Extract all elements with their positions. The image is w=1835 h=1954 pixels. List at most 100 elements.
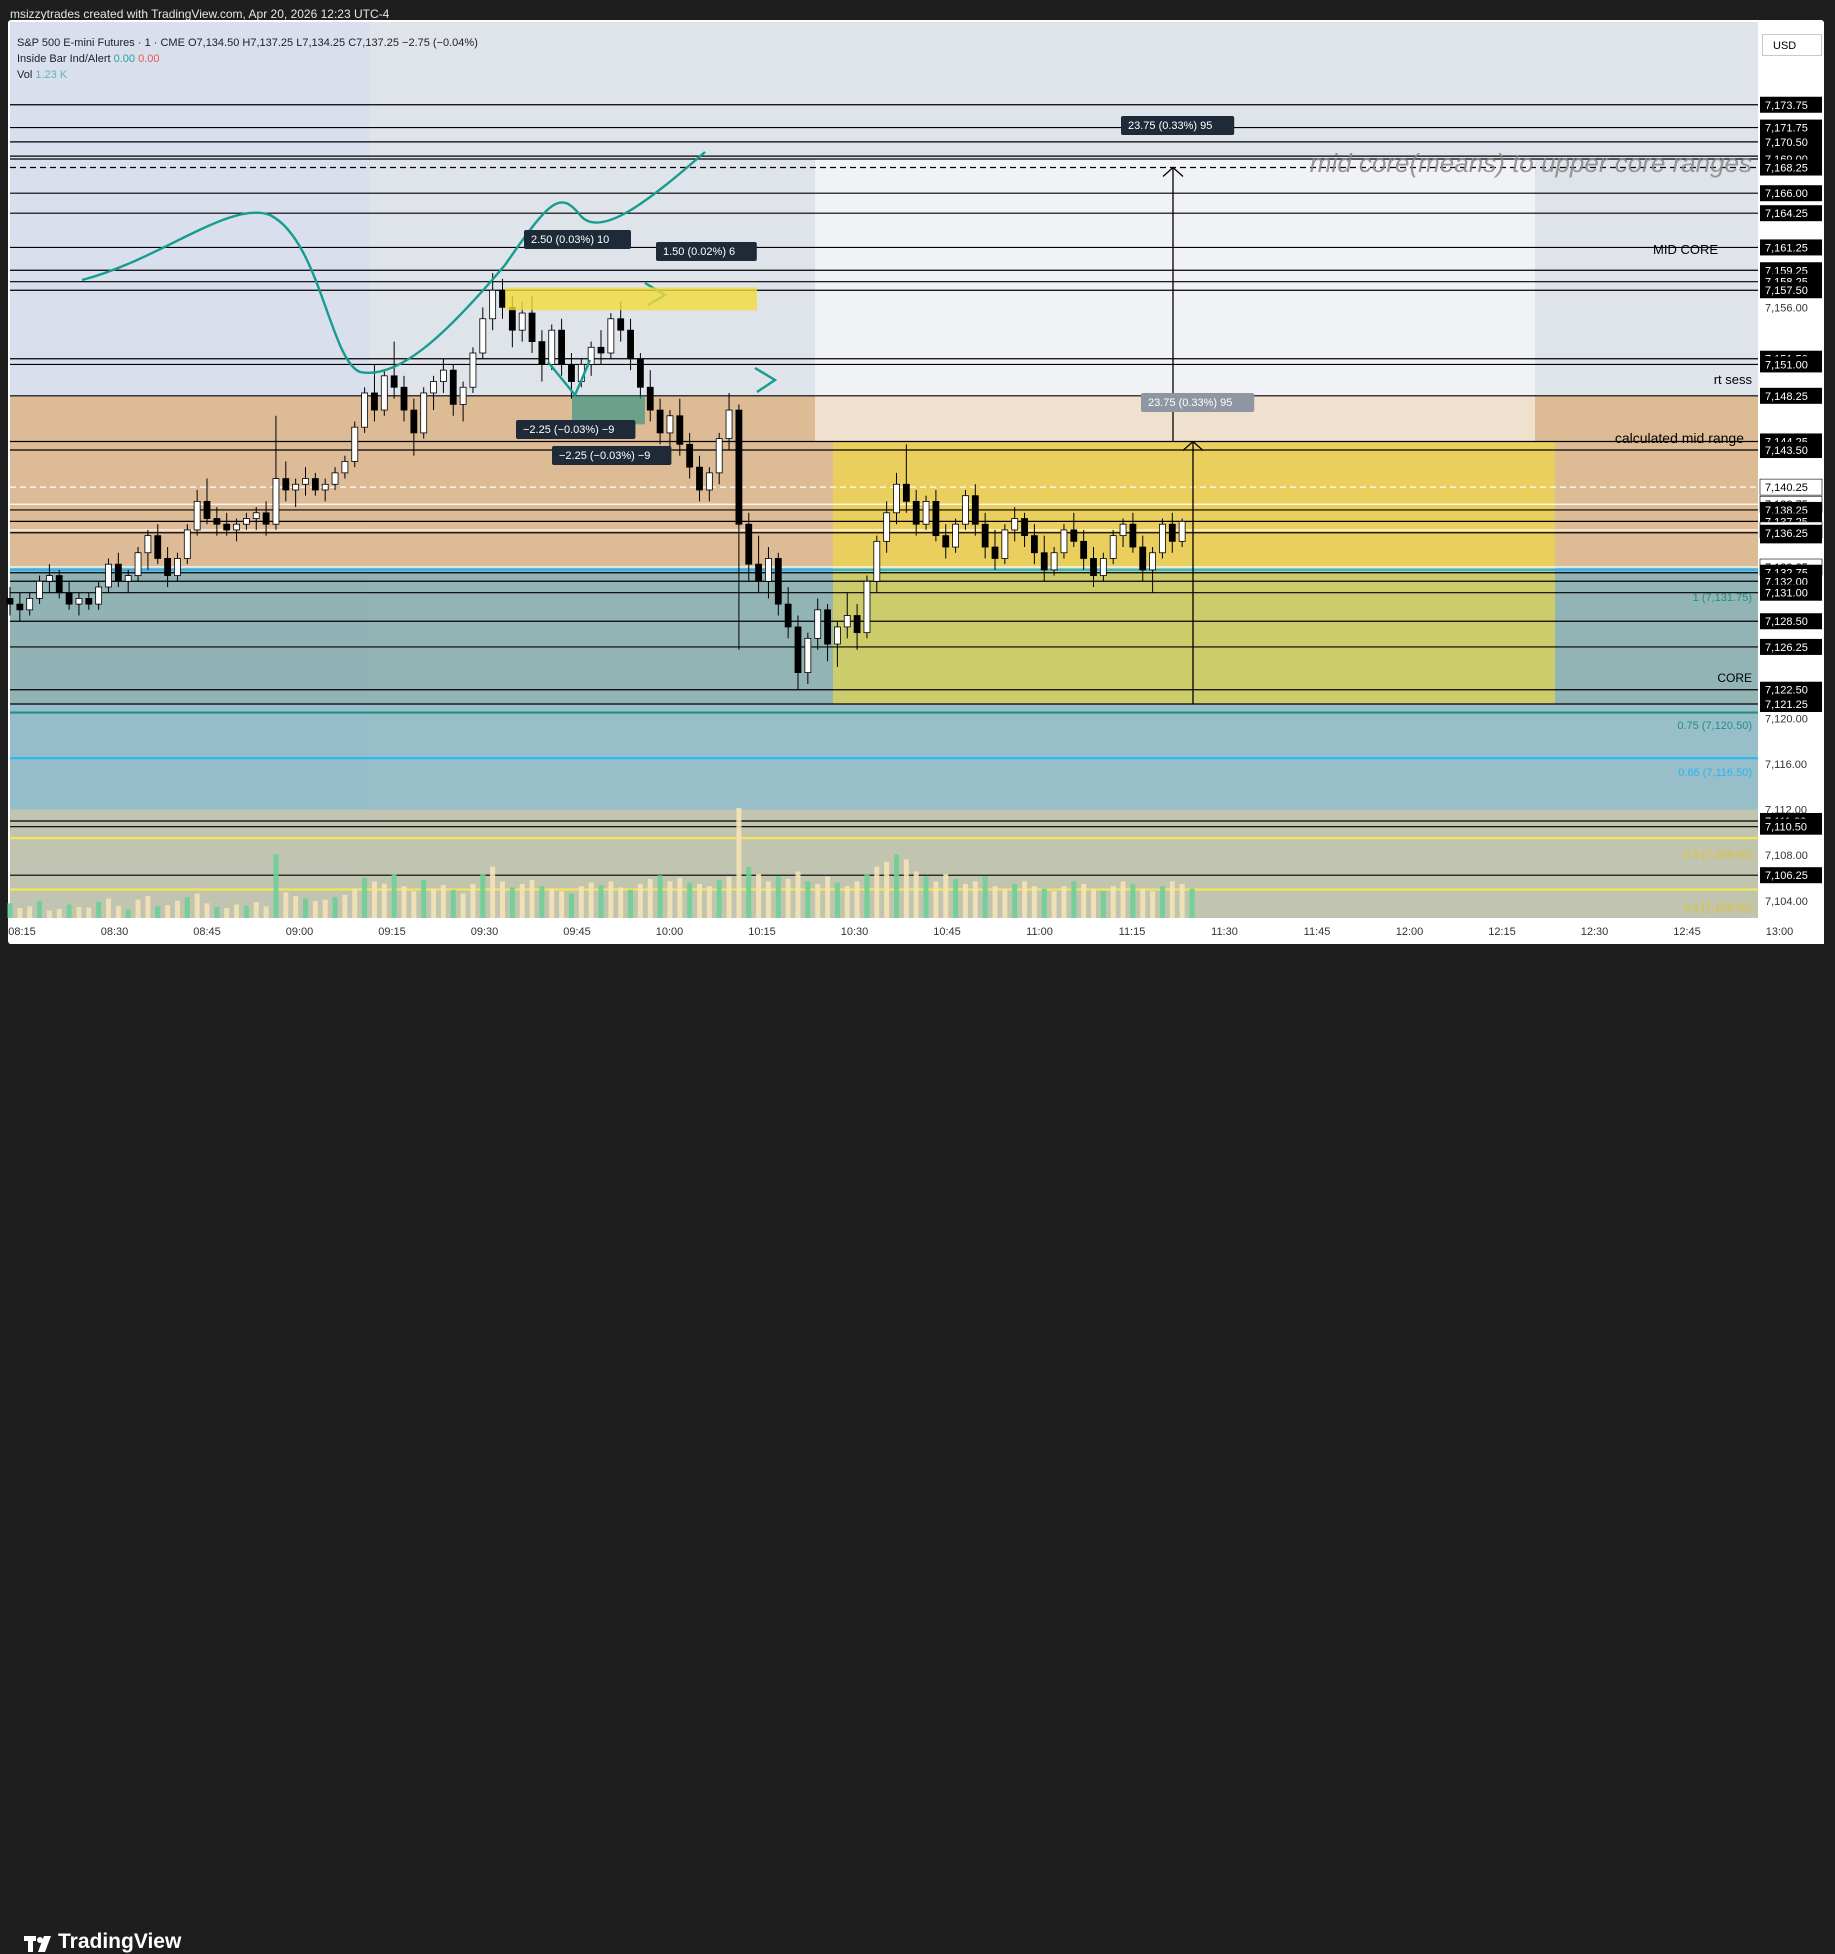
volume-bar: [1041, 888, 1047, 918]
rt-sess-label[interactable]: rt sess: [1714, 372, 1753, 387]
volume-bar: [86, 907, 92, 918]
tradingview-logo-icon: [24, 1936, 51, 1952]
volume-bar: [972, 881, 978, 918]
volume-bar: [214, 907, 220, 918]
fib-066-label: 0.66 (7,116.50): [1678, 767, 1752, 779]
candle-body: [144, 535, 152, 554]
candle-body: [430, 381, 437, 394]
price-tick-label: 7,120.00: [1765, 713, 1808, 725]
time-tick-label: 10:15: [748, 926, 776, 938]
volume-bar: [519, 883, 525, 918]
candle-body: [745, 523, 753, 565]
core-label[interactable]: CORE: [1717, 671, 1752, 685]
price-tag: 7,168.25: [1765, 163, 1808, 175]
time-tick-label: 08:30: [101, 926, 129, 938]
candle-body: [1070, 529, 1078, 542]
indicator-name: Inside Bar Ind/Alert: [17, 53, 111, 65]
volume-line[interactable]: Vol 1.23 K: [17, 67, 478, 83]
volume-bar: [27, 906, 33, 918]
volume-bar: [174, 900, 180, 918]
candle-body: [499, 289, 506, 308]
candle-body: [538, 341, 546, 365]
candle-body: [390, 375, 398, 388]
price-tag: 7,131.00: [1765, 588, 1808, 600]
candle-body: [558, 329, 565, 365]
symbol-line[interactable]: S&P 500 E-mini Futures · 1 · CME O7,134.…: [17, 35, 478, 51]
volume-bar: [293, 896, 299, 918]
volume-bar: [56, 908, 62, 918]
measure-label-4[interactable]: −2.25 (−0.03%) −9: [559, 450, 650, 462]
candle-body: [361, 392, 369, 428]
volume-bar: [578, 886, 584, 918]
currency-selector[interactable]: USD: [1762, 34, 1822, 56]
mid-core-label[interactable]: MID CORE: [1653, 242, 1718, 257]
measure-label-mid[interactable]: 23.75 (0.33%) 95: [1148, 397, 1232, 409]
candle-body: [942, 535, 950, 548]
price-tag: 7,140.25: [1765, 482, 1808, 494]
candle-body: [696, 466, 703, 491]
blue-zone: [10, 703, 1758, 810]
volume-bar: [746, 866, 752, 918]
price-tag: 7,170.50: [1765, 137, 1808, 149]
volume-bar: [894, 854, 899, 918]
measure-label-2[interactable]: 1.50 (0.02%) 6: [663, 246, 735, 258]
fib-05-label: 0.5 (7,109.50): [1684, 849, 1753, 861]
price-tick-label: 7,116.00: [1765, 759, 1807, 771]
volume-bar: [697, 883, 702, 918]
volume-bar: [431, 888, 437, 918]
measure-label-3[interactable]: −2.25 (−0.03%) −9: [523, 424, 614, 436]
volume-bar: [470, 883, 476, 918]
candle-body: [311, 478, 319, 491]
volume-bar: [815, 883, 821, 918]
candle-body: [252, 512, 260, 519]
candle-body: [952, 523, 959, 548]
volume-bar: [864, 874, 870, 918]
volume-bar: [135, 899, 141, 918]
volume-bar: [1002, 888, 1008, 918]
upper-core-annotation[interactable]: mid core(means) to upper core ranges: [1310, 148, 1752, 178]
time-axis[interactable]: [10, 918, 1824, 944]
candle-body: [459, 386, 467, 405]
time-tick-label: 12:45: [1673, 926, 1701, 938]
volume-bar: [785, 878, 791, 918]
candle-body: [518, 312, 526, 331]
candle-body: [617, 318, 625, 331]
candle-body: [607, 318, 615, 354]
candle-body: [282, 478, 290, 491]
volume-bar: [1022, 881, 1028, 918]
candle-body: [568, 364, 575, 382]
candle-body: [548, 329, 556, 365]
candle-body: [508, 306, 516, 331]
candle-body: [193, 500, 201, 531]
candle-body: [36, 580, 43, 599]
candle-body: [46, 575, 53, 582]
price-tag: 7,122.50: [1765, 685, 1808, 697]
measure-label-top[interactable]: 23.75 (0.33%) 95: [1128, 120, 1212, 132]
volume-bar: [46, 910, 52, 918]
calc-mid-label[interactable]: calculated mid range: [1615, 430, 1744, 446]
candle-body: [55, 575, 63, 594]
time-tick-label: 10:30: [841, 926, 869, 938]
highlight-box: [505, 287, 757, 311]
candle-body: [1159, 523, 1166, 554]
candle-body: [962, 495, 969, 525]
candle-body: [528, 312, 536, 342]
price-chart[interactable]: 23.75 (0.33%) 95 23.75 (0.33%) 95 2.50 (0.…: [0, 0, 1835, 1006]
price-tag: 7,151.00: [1765, 359, 1808, 371]
volume-bar: [1110, 886, 1116, 918]
volume-bar: [440, 885, 446, 918]
candle-body: [804, 637, 812, 673]
volume-bar: [667, 881, 673, 918]
volume-bar: [825, 876, 831, 918]
candle-body: [1031, 535, 1038, 554]
volume-value: 1.23 K: [35, 69, 68, 81]
volume-bar: [115, 905, 121, 918]
indicator-line[interactable]: Inside Bar Ind/Alert 0.00 0.00: [17, 51, 478, 67]
measure-label-1[interactable]: 2.50 (0.03%) 10: [531, 234, 609, 246]
volume-bar: [884, 861, 890, 918]
volume-bar: [1169, 881, 1175, 918]
volume-bar: [854, 881, 860, 918]
candle-body: [1109, 535, 1117, 559]
volume-bar: [628, 889, 634, 918]
candle-body: [164, 558, 172, 576]
